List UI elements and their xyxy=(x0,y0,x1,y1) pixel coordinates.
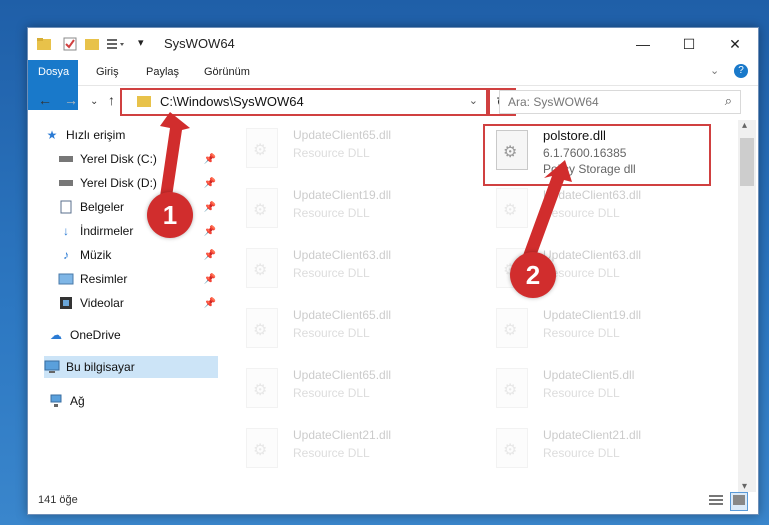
annotation-arrows xyxy=(158,112,572,262)
annotation-badge-2: 2 xyxy=(510,252,556,298)
arrow-2 xyxy=(522,160,572,262)
annotation-badge-1: 1 xyxy=(147,192,193,238)
